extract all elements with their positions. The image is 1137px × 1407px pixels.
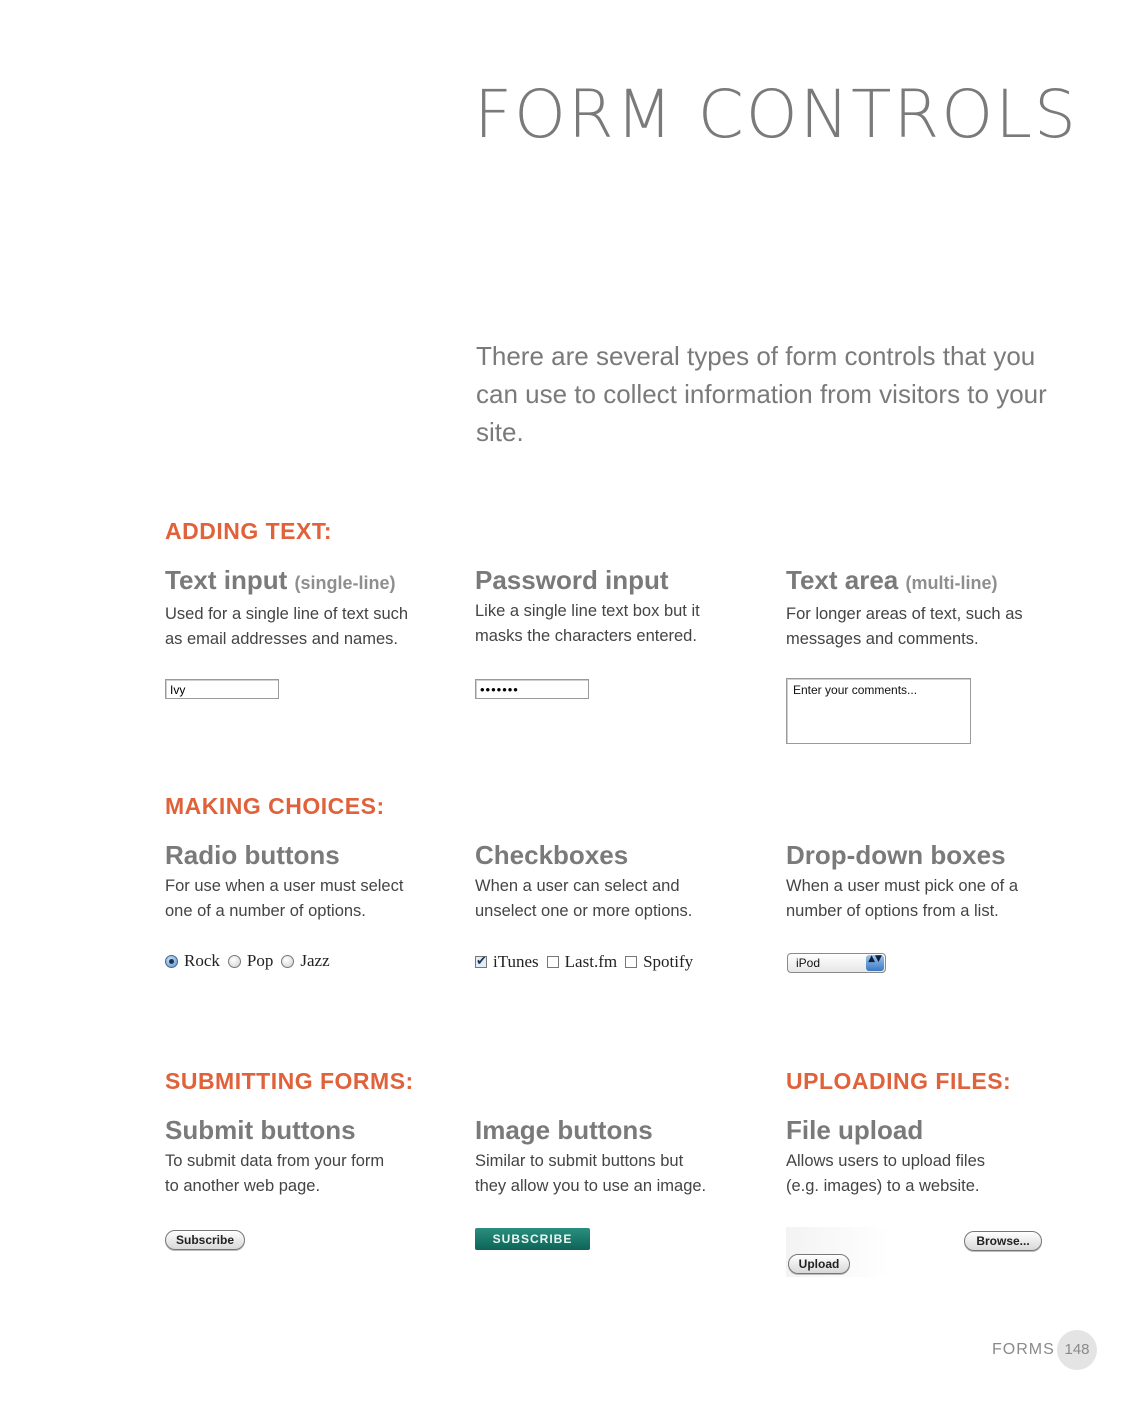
text-input-note: (single-line) [294,573,396,593]
radio-button-pop[interactable] [227,954,241,968]
radio-description: For use when a user must select one of a… [165,877,404,920]
text-area-block: Text area (multi-line) For longer areas … [786,565,1076,652]
file-upload-example: Browse... Upload [786,1227,1045,1277]
footer-section-label: FORMS [992,1341,1055,1358]
password-input-example[interactable]: ••••••• [475,679,589,699]
subscribe-button[interactable]: Subscribe [165,1230,245,1250]
intro-paragraph: There are several types of form controls… [476,341,1047,447]
radio-group: Rock Pop Jazz [165,951,338,971]
file-upload-description: Allows users to upload files (e.g. image… [786,1152,986,1195]
dropdown-title: Drop-down boxes [786,840,1006,870]
checkbox-title: Checkboxes [475,840,629,870]
text-input-title: Text input (single-line) [165,565,455,598]
radio-label-rock: Rock [184,951,220,970]
file-upload-block: File upload Allows users to upload files… [786,1115,1076,1199]
text-area-title-text: Text area [786,565,899,595]
file-upload-title: File upload [786,1115,924,1145]
section-heading-adding-text: ADDING TEXT: [165,518,332,544]
checkbox-label-lastfm: Last.fm [564,952,618,971]
page-number: 148 [1057,1330,1097,1370]
text-input-description: Used for a single line of text such as e… [165,605,409,648]
checkbox-itunes[interactable]: ✔ [475,955,487,968]
checkbox-group: ✔ iTunes Last.fm Spotify [475,952,701,972]
text-area-note: (multi-line) [905,573,998,593]
submit-description: To submit data from your form to another… [165,1152,385,1195]
dropdown-arrows-icon: ▲▼ [866,955,884,971]
text-area-example[interactable]: Enter your comments... [786,678,971,744]
checkbox-label-spotify: Spotify [643,952,694,971]
image-button-description: Similar to submit buttons but they allow… [475,1152,707,1195]
checkbox-spotify[interactable] [625,956,638,968]
password-input-block: Password input Like a single line text b… [475,565,765,649]
radio-title: Radio buttons [165,840,340,870]
radio-label-jazz: Jazz [300,951,330,970]
image-button-block: Image buttons Similar to submit buttons … [475,1115,765,1199]
password-input-description: Like a single line text box but it masks… [475,602,700,645]
section-heading-submitting-forms: SUBMITTING FORMS: [165,1068,414,1094]
text-area-title: Text area (multi-line) [786,565,1076,598]
upload-button[interactable]: Upload [788,1254,850,1274]
text-area-description: For longer areas of text, such as messag… [786,605,1023,648]
browse-button[interactable]: Browse... [964,1231,1042,1251]
text-input-title-text: Text input [165,565,288,595]
dropdown-select[interactable]: iPod ▲▼ [787,953,886,973]
text-input-block: Text input (single-line) Used for a sing… [165,565,455,652]
password-input-title: Password input [475,565,669,595]
checkbox-label-itunes: iTunes [493,952,539,971]
dropdown-block: Drop-down boxes When a user must pick on… [786,840,1076,924]
dropdown-selected-value: iPod [796,956,821,970]
checkbox-lastfm[interactable] [546,956,559,968]
radio-button-jazz[interactable] [281,954,295,968]
submit-title: Submit buttons [165,1115,356,1145]
subscribe-image-button[interactable]: SUBSCRIBE [475,1228,590,1250]
radio-block: Radio buttons For use when a user must s… [165,840,455,924]
submit-block: Submit buttons To submit data from your … [165,1115,455,1199]
radio-label-pop: Pop [246,951,274,970]
checkbox-block: Checkboxes When a user can select and un… [475,840,765,924]
section-heading-making-choices: MAKING CHOICES: [165,793,385,819]
section-heading-uploading-files: UPLOADING FILES: [786,1068,1012,1094]
checkbox-description: When a user can select and unselect one … [475,877,693,920]
radio-button-rock[interactable] [165,954,178,968]
image-button-title: Image buttons [475,1115,653,1145]
dropdown-description: When a user must pick one of a number of… [786,877,1019,920]
page-title: FORM CONTROLS [474,76,1078,153]
text-input-example[interactable]: Ivy [165,679,279,699]
